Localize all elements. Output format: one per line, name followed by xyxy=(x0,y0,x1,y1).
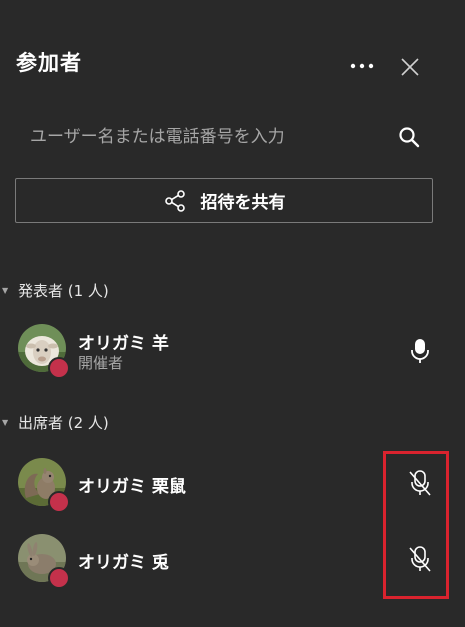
section-attendees[interactable]: ▼ 出席者 (2 人) xyxy=(0,410,109,434)
panel-title: 参加者 xyxy=(16,51,82,75)
participant-name: オリガミ 兎 xyxy=(78,553,169,573)
status-busy-indicator xyxy=(48,357,70,379)
participant-role: 開催者 xyxy=(78,354,124,372)
highlight-annotation-box xyxy=(383,451,449,599)
status-busy-indicator xyxy=(48,567,70,589)
microphone-icon xyxy=(411,339,429,363)
section-presenters[interactable]: ▼ 発表者 (1 人) xyxy=(0,278,109,302)
caret-down-icon: ▼ xyxy=(2,285,9,295)
participant-row-sheep[interactable]: オリガミ 羊 開催者 xyxy=(0,324,465,380)
section-presenters-label: 発表者 (1 人) xyxy=(18,281,109,300)
search-input[interactable] xyxy=(30,122,380,152)
share-invite-label: 招待を共有 xyxy=(200,193,286,213)
status-busy-indicator xyxy=(48,491,70,513)
more-options-button[interactable] xyxy=(344,52,380,80)
participant-name: オリガミ 羊 xyxy=(78,334,169,354)
share-invite-button[interactable]: 招待を共有 xyxy=(15,178,433,223)
participant-name: オリガミ 栗鼠 xyxy=(78,477,186,497)
share-icon xyxy=(164,189,185,212)
caret-down-icon: ▼ xyxy=(2,417,9,427)
mic-button[interactable] xyxy=(405,336,435,366)
participants-panel: 参加者 招待を共有 ▼ 発表者 (1 人) xyxy=(0,0,465,627)
search-box xyxy=(15,112,435,162)
section-attendees-label: 出席者 (2 人) xyxy=(18,413,109,432)
more-options-icon xyxy=(350,63,374,69)
close-icon xyxy=(401,58,419,76)
close-button[interactable] xyxy=(394,52,426,82)
search-icon[interactable] xyxy=(397,125,421,149)
